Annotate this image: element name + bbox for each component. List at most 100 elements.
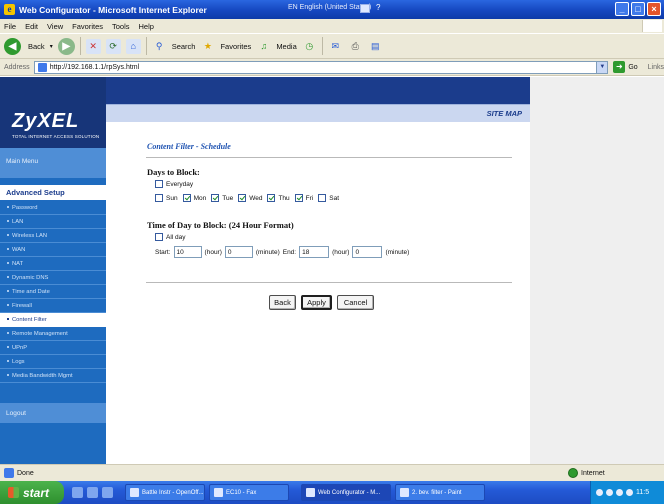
menu-help[interactable]: Help <box>139 22 154 31</box>
language-help-icon[interactable]: ? <box>376 3 380 12</box>
sidebar-main-menu[interactable]: Main Menu <box>0 148 106 178</box>
everyday-option[interactable]: Everyday <box>155 180 193 188</box>
sidebar-advanced-setup[interactable]: Advanced Setup <box>0 185 106 200</box>
back-arrow-icon[interactable]: ◀ <box>4 37 21 55</box>
menu-tools[interactable]: Tools <box>112 22 130 31</box>
mon-checkbox[interactable] <box>182 194 191 202</box>
sidebar-item-time-and-date[interactable]: Time and Date <box>0 285 106 299</box>
taskbar-item-openoffice[interactable]: Battle Instr - OpenOff... <box>125 484 205 501</box>
task-label[interactable]: 2. bev. filter - Paint <box>412 490 462 496</box>
menu-edit[interactable]: Edit <box>25 22 38 31</box>
thu-checkbox[interactable] <box>267 194 276 202</box>
tray-icon[interactable] <box>606 489 613 496</box>
start-hour-unit: (hour) <box>204 248 222 256</box>
sidebar-item-lan[interactable]: LAN <box>0 215 106 229</box>
tray-icon[interactable] <box>626 489 633 496</box>
favorites-button-label[interactable]: Favorites <box>220 42 251 51</box>
fri-checkbox[interactable] <box>294 194 303 202</box>
quick-launch-icon[interactable] <box>72 487 83 498</box>
language-indicator[interactable]: EN English (United States) <box>288 4 371 11</box>
back-dropdown-icon[interactable]: ▾ <box>50 43 53 50</box>
fri-label: Fri <box>305 194 314 202</box>
address-url[interactable]: http://192.168.1.1/rpSys.html <box>50 64 140 71</box>
sidebar: Main Menu Advanced Setup Password LAN Wi… <box>0 148 106 464</box>
start-button[interactable]: start <box>0 481 64 504</box>
days-row: Sun Mon Tue Wed Thu Fri Sat <box>155 194 344 202</box>
page-done-icon <box>4 468 14 478</box>
start-hour-input[interactable]: 10 <box>173 246 202 258</box>
sat-checkbox[interactable] <box>318 194 327 202</box>
end-minute-input[interactable]: 0 <box>352 246 383 258</box>
everyday-label: Everyday <box>166 180 194 188</box>
taskbar-item-web-configurator[interactable]: Web Configurator - M... <box>301 484 391 501</box>
internet-globe-icon <box>568 468 578 478</box>
sun-checkbox[interactable] <box>155 194 163 202</box>
history-icon[interactable]: ◷ <box>302 39 317 54</box>
address-input[interactable]: http://192.168.1.1/rpSys.html ▼ <box>33 60 609 74</box>
sidebar-item-wireless-lan[interactable]: Wireless LAN <box>0 229 106 243</box>
thu-label: Thu <box>278 194 290 202</box>
minimize-button[interactable]: _ <box>615 2 629 16</box>
address-dropdown-icon[interactable]: ▼ <box>596 61 608 73</box>
site-map-link[interactable]: SITE MAP <box>487 109 522 118</box>
print-icon[interactable]: ⎙ <box>348 39 363 54</box>
start-label[interactable]: start <box>23 486 49 500</box>
go-arrow-icon[interactable]: ➜ <box>613 61 626 73</box>
media-button-label[interactable]: Media <box>276 42 296 51</box>
window-title-bar: e Web Configurator - Microsoft Internet … <box>0 0 664 19</box>
maximize-button[interactable]: □ <box>631 2 645 16</box>
search-icon[interactable]: ⚲ <box>152 39 167 54</box>
go-button[interactable]: ➜ Go <box>613 61 638 73</box>
sidebar-item-media-bandwidth[interactable]: Media Bandwidth Mgmt <box>0 369 106 383</box>
start-minute-input[interactable]: 0 <box>224 246 253 258</box>
sidebar-item-dynamic-dns[interactable]: Dynamic DNS <box>0 271 106 285</box>
windows-logo-icon <box>642 20 662 32</box>
edit-icon[interactable]: ▤ <box>368 39 383 54</box>
keyboard-icon[interactable] <box>360 4 370 13</box>
links-button[interactable]: Links <box>648 64 664 71</box>
tray-icon[interactable] <box>616 489 623 496</box>
everyday-checkbox[interactable] <box>155 180 163 188</box>
cancel-button[interactable]: Cancel <box>337 295 374 310</box>
quick-launch-icon[interactable] <box>102 487 113 498</box>
allday-option[interactable]: All day <box>155 233 186 241</box>
back-button-label[interactable]: Back <box>28 42 45 51</box>
task-label[interactable]: EC10 - Fax <box>226 490 256 496</box>
wed-checkbox[interactable] <box>238 194 247 202</box>
menu-file[interactable]: File <box>4 22 16 31</box>
sidebar-item-logs[interactable]: Logs <box>0 355 106 369</box>
menu-view[interactable]: View <box>47 22 63 31</box>
sidebar-item-firewall[interactable]: Firewall <box>0 299 106 313</box>
sidebar-item-wan[interactable]: WAN <box>0 243 106 257</box>
apply-button[interactable]: Apply <box>301 295 332 310</box>
quick-launch-icon[interactable] <box>87 487 98 498</box>
sidebar-item-upnp[interactable]: UPnP <box>0 341 106 355</box>
sidebar-item-remote-management[interactable]: Remote Management <box>0 327 106 341</box>
go-label[interactable]: Go <box>628 64 637 71</box>
stop-icon[interactable]: ✕ <box>85 38 101 54</box>
allday-checkbox[interactable] <box>155 233 163 241</box>
back-button[interactable]: Back <box>269 295 296 310</box>
tray-icon[interactable] <box>596 489 603 496</box>
menu-favorites[interactable]: Favorites <box>72 22 103 31</box>
sidebar-logout[interactable]: Logout <box>6 410 26 417</box>
tue-checkbox[interactable] <box>211 194 220 202</box>
end-hour-input[interactable]: 18 <box>299 246 330 258</box>
forward-arrow-icon[interactable]: ▶ <box>57 37 75 55</box>
task-label[interactable]: Battle Instr - OpenOff... <box>142 490 204 496</box>
task-label[interactable]: Web Configurator - M... <box>318 490 380 496</box>
sidebar-item-nat[interactable]: NAT <box>0 257 106 271</box>
media-icon[interactable]: ♫ <box>256 39 271 54</box>
favorites-star-icon[interactable]: ★ <box>200 39 215 54</box>
sidebar-item-password[interactable]: Password <box>0 201 106 215</box>
taskbar-item-fax[interactable]: EC10 - Fax <box>209 484 289 501</box>
sidebar-item-content-filter[interactable]: Content Filter <box>0 313 106 327</box>
taskbar-item-paint[interactable]: 2. bev. filter - Paint <box>395 484 485 501</box>
home-icon[interactable]: ⌂ <box>125 38 141 54</box>
refresh-icon[interactable]: ⟳ <box>105 38 121 54</box>
mon-label: Mon <box>193 194 207 202</box>
mail-icon[interactable]: ✉ <box>328 39 343 54</box>
ie-logo-icon: e <box>4 4 15 15</box>
close-button[interactable]: × <box>647 2 661 16</box>
search-button-label[interactable]: Search <box>172 42 196 51</box>
